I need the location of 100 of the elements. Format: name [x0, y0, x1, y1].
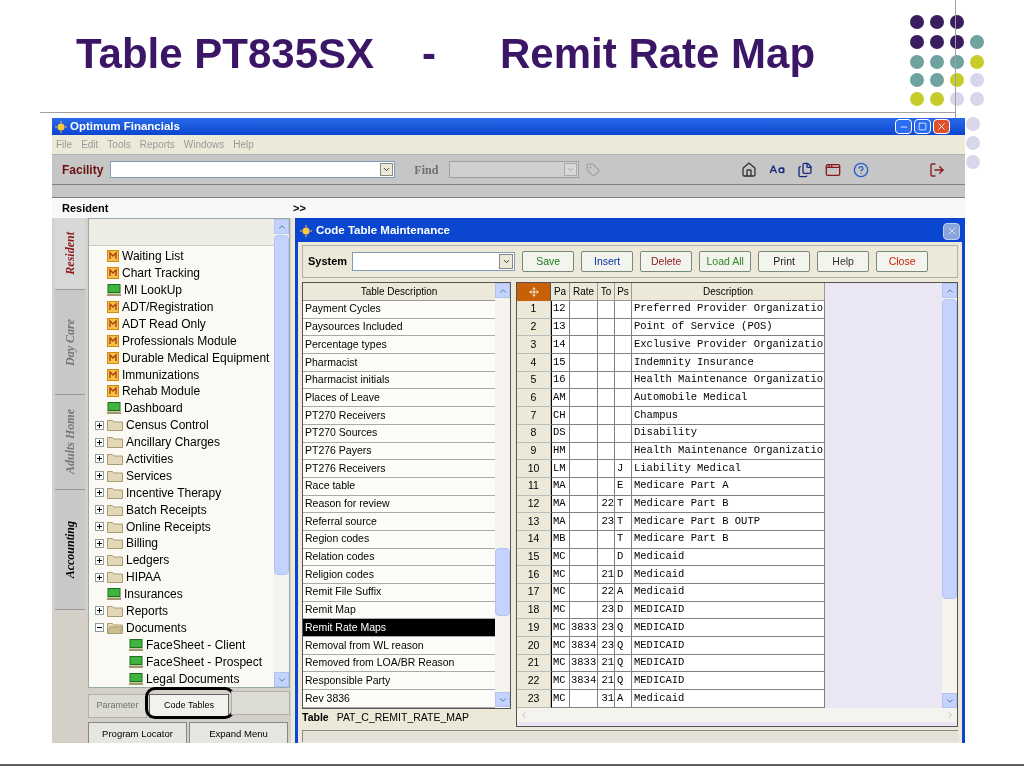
- tree-item[interactable]: Professionals Module: [122, 331, 237, 350]
- row-number[interactable]: 17: [517, 584, 551, 602]
- tree-item[interactable]: Billing: [126, 534, 158, 553]
- row-number[interactable]: 4: [517, 354, 551, 372]
- toolbar-button[interactable]: Help: [817, 251, 870, 272]
- list-item[interactable]: PT276 Receivers: [303, 460, 495, 478]
- maximize-button[interactable]: [914, 119, 931, 134]
- list-item[interactable]: Payment Cycles: [303, 301, 495, 319]
- system-dropdown[interactable]: [352, 252, 516, 271]
- list-item[interactable]: Remit File Suffix: [303, 584, 495, 602]
- row-number[interactable]: 19: [517, 619, 551, 638]
- row-number[interactable]: 22: [517, 672, 551, 691]
- column-header[interactable]: Rate: [570, 283, 598, 301]
- close-button[interactable]: [943, 222, 960, 240]
- list-item[interactable]: Rev 3836: [303, 690, 495, 708]
- tree-item[interactable]: Insurances: [124, 585, 183, 604]
- row-number[interactable]: 3: [517, 336, 551, 355]
- tree-item[interactable]: Durable Medical Equipment: [122, 348, 270, 367]
- help-icon[interactable]: [853, 161, 869, 178]
- expand-icon[interactable]: [95, 454, 104, 464]
- expand-icon[interactable]: [95, 538, 104, 548]
- tree-item[interactable]: Chart Tracking: [122, 264, 201, 283]
- toolbar-button[interactable]: Save: [522, 251, 575, 272]
- tree-item[interactable]: Batch Receipts: [126, 500, 207, 519]
- documents-icon[interactable]: [797, 161, 813, 178]
- tree-item[interactable]: Services: [126, 466, 172, 485]
- list-item[interactable]: Religion codes: [303, 566, 495, 584]
- exit-icon[interactable]: [929, 161, 945, 178]
- side-tab[interactable]: Accounting: [55, 490, 85, 610]
- row-number[interactable]: 16: [517, 566, 551, 584]
- tree-item[interactable]: Rehab Module: [122, 382, 201, 401]
- toolbar-button[interactable]: Close: [876, 251, 929, 272]
- tree-item[interactable]: Legal Documents: [146, 669, 240, 687]
- expand-icon[interactable]: [95, 606, 104, 616]
- row-number[interactable]: 10: [517, 460, 551, 478]
- windows-icon[interactable]: [825, 161, 841, 178]
- row-number[interactable]: 23: [517, 690, 551, 708]
- tree-item[interactable]: Ancillary Charges: [126, 433, 221, 452]
- scrollbar-thumb[interactable]: [495, 548, 510, 616]
- list-item[interactable]: Removal from WL reason: [303, 637, 495, 655]
- list-item[interactable]: Responsible Party: [303, 672, 495, 691]
- column-header[interactable]: Pa: [551, 283, 570, 301]
- tree-item[interactable]: Documents: [126, 618, 187, 637]
- list-scrollbar[interactable]: [495, 283, 510, 707]
- tree-item[interactable]: ADT Read Only: [122, 314, 206, 333]
- toolbar-button[interactable]: Insert: [581, 251, 634, 272]
- scrollbar-thumb[interactable]: [942, 299, 957, 599]
- expand-icon[interactable]: [95, 555, 104, 565]
- column-header[interactable]: To: [598, 283, 615, 301]
- find-dropdown[interactable]: [449, 161, 580, 178]
- tree-item[interactable]: ADT/Registration: [122, 297, 214, 316]
- toolbar-button[interactable]: Load All: [699, 251, 752, 272]
- list-item[interactable]: Places of Leave: [303, 389, 495, 408]
- tree-item[interactable]: Online Receipts: [126, 517, 211, 536]
- row-number[interactable]: 20: [517, 637, 551, 655]
- tree-item[interactable]: Activities: [126, 450, 174, 468]
- toolbar-button[interactable]: Delete: [640, 251, 693, 272]
- column-header[interactable]: Description: [632, 283, 825, 301]
- tree-item[interactable]: Census Control: [126, 416, 209, 435]
- tree-item[interactable]: Waiting List: [122, 247, 184, 266]
- expand-icon[interactable]: [95, 437, 104, 447]
- expand-icon[interactable]: [95, 488, 104, 498]
- list-item[interactable]: Percentage types: [303, 336, 495, 355]
- list-item[interactable]: Pharmacist: [303, 354, 495, 372]
- tree-item[interactable]: Reports: [126, 602, 169, 620]
- expand-arrows[interactable]: >>: [293, 199, 306, 217]
- expand-icon[interactable]: [95, 420, 104, 430]
- list-item[interactable]: Referral source: [303, 513, 495, 531]
- tree-item[interactable]: FaceSheet - Prospect: [146, 652, 263, 671]
- row-number[interactable]: 1: [517, 301, 551, 319]
- column-header[interactable]: Ps: [615, 283, 632, 301]
- tree-item[interactable]: Ledgers: [126, 551, 170, 570]
- collapse-icon[interactable]: [95, 623, 104, 633]
- scrollbar-thumb[interactable]: [274, 235, 289, 575]
- home-icon[interactable]: [741, 161, 757, 178]
- list-item[interactable]: PT270 Receivers: [303, 407, 495, 425]
- panel-button[interactable]: Code Tables: [149, 693, 229, 718]
- expand-icon[interactable]: [95, 505, 104, 515]
- tree-item[interactable]: FaceSheet - Client: [146, 635, 246, 654]
- tree-item[interactable]: Incentive Therapy: [126, 483, 222, 502]
- list-item[interactable]: Remit Rate Maps: [303, 619, 495, 638]
- expand-icon[interactable]: [95, 572, 104, 582]
- tree-item[interactable]: HIPAA: [126, 568, 162, 587]
- tree-item[interactable]: MI LookUp: [124, 281, 183, 300]
- grid-corner[interactable]: [517, 283, 551, 301]
- tree-scrollbar[interactable]: [274, 219, 289, 687]
- menu-button[interactable]: Program Locator: [88, 722, 187, 743]
- grid-scrollbar[interactable]: [942, 283, 957, 708]
- row-number[interactable]: 6: [517, 389, 551, 408]
- menu-button[interactable]: Expand Menu: [189, 722, 288, 743]
- facility-dropdown[interactable]: [110, 161, 396, 178]
- expand-icon[interactable]: [95, 471, 104, 481]
- tree-item[interactable]: Immunizations: [122, 365, 200, 384]
- toolbar-button[interactable]: Print: [758, 251, 811, 272]
- row-number[interactable]: 7: [517, 407, 551, 425]
- expand-icon[interactable]: [95, 522, 104, 532]
- side-tab[interactable]: Resident: [55, 218, 85, 290]
- minimize-button[interactable]: [895, 119, 912, 134]
- row-number[interactable]: 13: [517, 513, 551, 531]
- tree-item[interactable]: Dashboard: [124, 399, 183, 418]
